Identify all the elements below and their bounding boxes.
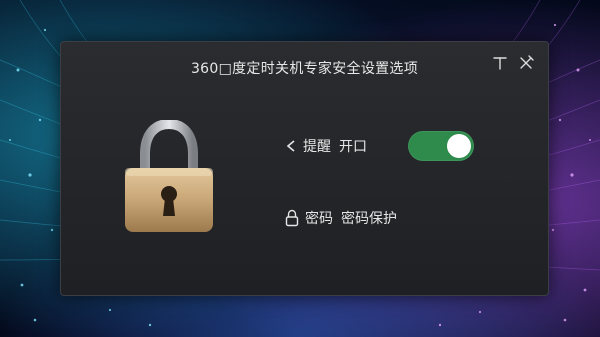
lock-icon — [285, 209, 299, 227]
reminder-row: 提醒 开口 — [285, 135, 367, 157]
close-icon[interactable] — [517, 54, 535, 72]
password-protect-link[interactable]: 密码保护 — [341, 208, 397, 228]
reminder-status: 开口 — [339, 139, 367, 155]
password-label: 密码 — [305, 211, 333, 227]
padlock-icon — [125, 120, 213, 232]
password-protection-row[interactable]: 密码 密码保护 — [285, 207, 397, 229]
toggle-knob — [447, 134, 471, 158]
chevron-left-icon[interactable] — [285, 139, 297, 153]
security-settings-dialog: 360□度定时关机专家安全设置选项 提醒 开口 密码 密码保护 — [60, 41, 549, 296]
desktop-background: 360□度定时关机专家安全设置选项 提醒 开口 密码 密码保护 — [0, 0, 600, 337]
reminder-toggle[interactable] — [408, 131, 474, 161]
reminder-label: 提醒 — [303, 139, 331, 155]
dialog-title: 360□度定时关机专家安全设置选项 — [190, 61, 419, 77]
pin-icon[interactable] — [491, 54, 509, 72]
